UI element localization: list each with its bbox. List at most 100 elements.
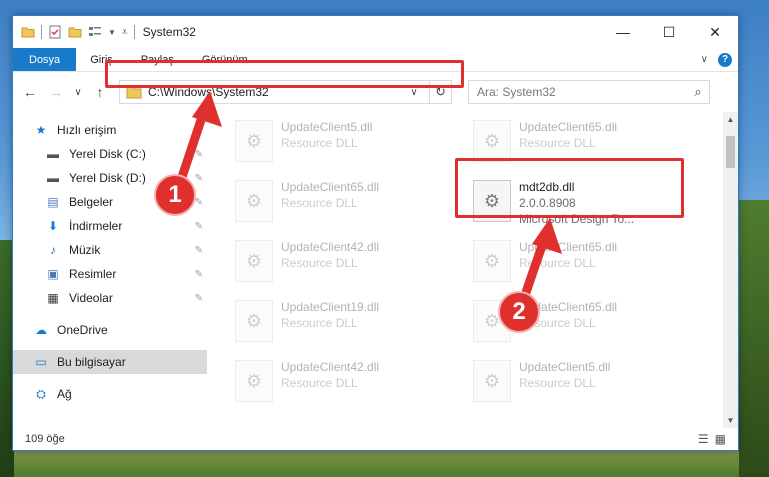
properties-icon[interactable]: [48, 25, 62, 39]
pin-icon[interactable]: ✎: [195, 293, 203, 304]
maximize-button[interactable]: ☐: [646, 16, 692, 48]
dll-file-icon: ⚙: [235, 240, 273, 282]
back-button[interactable]: ←: [19, 84, 41, 100]
close-button[interactable]: ✕: [692, 16, 738, 48]
pictures-icon: ▣: [47, 267, 59, 281]
address-highlight-box: [105, 60, 464, 88]
pin-icon[interactable]: ✎: [195, 269, 203, 280]
drive-icon: ▬: [47, 147, 59, 161]
search-icon[interactable]: ⌕: [687, 84, 709, 100]
folder-icon: [21, 27, 35, 38]
sidebar-item-downloads[interactable]: ⬇ İndirmeler ✎: [13, 214, 207, 238]
window-title: System32: [142, 25, 196, 39]
scroll-down-button[interactable]: ▼: [723, 413, 738, 428]
sidebar-item-pictures[interactable]: ▣ Resimler ✎: [13, 262, 207, 286]
ribbon-right: ∨ ?: [701, 48, 738, 71]
videos-icon: ▦: [47, 291, 59, 305]
list-item[interactable]: ⚙ UpdateClient42.dll Resource DLL: [235, 358, 379, 402]
list-item[interactable]: ⚙ UpdateClient65.dll Resource DLL: [473, 118, 617, 162]
status-bar: 109 öğe ☰ ▦: [13, 428, 738, 450]
step-1-badge: 1: [154, 174, 196, 216]
toolbar-separator: [41, 25, 42, 39]
forward-button[interactable]: →: [45, 84, 67, 100]
new-folder-icon[interactable]: [68, 25, 82, 39]
sidebar-item-label: Yerel Disk (D:): [69, 171, 146, 185]
music-icon: ♪: [50, 243, 56, 257]
scroll-thumb[interactable]: [726, 136, 735, 168]
computer-icon: ▭: [35, 355, 47, 369]
step-2-badge: 2: [498, 291, 540, 333]
file-highlight-box: [455, 158, 684, 218]
sidebar-item-videos[interactable]: ▦ Videolar ✎: [13, 286, 207, 310]
dll-file-icon: ⚙: [473, 240, 511, 282]
sidebar-item-onedrive[interactable]: ☁ OneDrive: [13, 318, 207, 342]
pin-icon[interactable]: ✎: [195, 245, 203, 256]
network-icon: ⛭: [36, 386, 46, 401]
sidebar-item-music[interactable]: ♪ Müzik ✎: [13, 238, 207, 262]
dll-file-icon: ⚙: [473, 360, 511, 402]
quick-access-toolbar: ▼ ⩡: [21, 25, 135, 39]
list-item[interactable]: ⚙ UpdateClient5.dll Resource DLL: [473, 358, 610, 402]
sidebar-item-label: Videolar: [69, 291, 113, 305]
file-type: Resource DLL: [519, 376, 596, 390]
title-bar: ▼ ⩡ System32 — ☐ ✕: [13, 16, 738, 48]
list-item[interactable]: ⚙ UpdateClient65.dll Resource DLL: [235, 178, 379, 222]
sidebar-item-label: Ağ: [57, 387, 72, 401]
star-icon: ★: [35, 123, 47, 137]
sidebar-item-this-pc[interactable]: ▭ Bu bilgisayar: [13, 350, 207, 374]
drive-icon: ▬: [47, 171, 59, 185]
file-name: UpdateClient65.dll: [281, 180, 380, 194]
file-type: Resource DLL: [281, 136, 358, 150]
view-toggles: ☰ ▦: [698, 432, 726, 446]
desktop-background-right: [739, 200, 769, 477]
dll-file-icon: ⚙: [235, 180, 273, 222]
file-type: Resource DLL: [519, 136, 596, 150]
documents-icon: ▤: [47, 195, 59, 209]
cloud-icon: ☁: [35, 323, 47, 337]
sidebar-item-label: Hızlı erişim: [57, 123, 117, 137]
dll-file-icon: ⚙: [473, 120, 511, 162]
details-view-icon[interactable]: ☰: [698, 432, 709, 446]
list-item[interactable]: ⚙ UpdateClient19.dll Resource DLL: [235, 298, 379, 342]
sidebar-item-label: Müzik: [69, 243, 101, 257]
sidebar-item-label: OneDrive: [57, 323, 108, 337]
expand-ribbon-icon[interactable]: ∨: [701, 54, 708, 65]
sidebar-item-label: Bu bilgisayar: [57, 355, 126, 369]
download-icon: ⬇: [47, 219, 59, 233]
tab-file[interactable]: Dosya: [13, 48, 77, 71]
list-item[interactable]: ⚙ UpdateClient42.dll Resource DLL: [235, 238, 379, 282]
sidebar-item-label: İndirmeler: [69, 219, 123, 233]
chevron-down-icon[interactable]: ▼: [108, 28, 116, 37]
address-dropdown-button[interactable]: ∨: [405, 87, 423, 98]
scroll-up-button[interactable]: ▲: [723, 112, 738, 127]
file-type: Resource DLL: [281, 196, 358, 210]
sidebar-item-label: Yerel Disk (C:): [69, 147, 146, 161]
file-name: UpdateClient5.dll: [281, 120, 373, 134]
customize-toolbar-icon[interactable]: ⩡: [122, 27, 128, 38]
toolbar-separator: [133, 25, 135, 39]
file-type: Resource DLL: [281, 376, 358, 390]
file-name: UpdateClient19.dll: [281, 300, 380, 314]
dll-file-icon: ⚙: [235, 360, 273, 402]
recent-locations-button[interactable]: ∨: [71, 87, 85, 98]
pin-icon[interactable]: ✎: [195, 221, 203, 232]
list-item[interactable]: ⚙ UpdateClient5.dll Resource DLL: [235, 118, 372, 162]
search-input[interactable]: Ara: System32: [477, 85, 556, 99]
sidebar-item-network[interactable]: ⛭ Ağ: [13, 382, 207, 406]
tiles-view-icon[interactable]: ▦: [715, 432, 726, 446]
file-type: Resource DLL: [281, 316, 358, 330]
file-name: UpdateClient42.dll: [281, 240, 380, 254]
dll-file-icon: ⚙: [235, 300, 273, 342]
search-box[interactable]: Ara: System32 ⌕: [468, 80, 710, 104]
item-count: 109 öğe: [25, 433, 65, 445]
file-name: UpdateClient5.dll: [519, 360, 611, 374]
dll-file-icon: ⚙: [235, 120, 273, 162]
vertical-scrollbar[interactable]: ▲ ▼: [723, 112, 738, 428]
file-type: Resource DLL: [281, 256, 358, 270]
file-name: UpdateClient42.dll: [281, 360, 380, 374]
sidebar-item-label: Belgeler: [69, 195, 114, 209]
help-icon[interactable]: ?: [718, 52, 732, 67]
pin-icon[interactable]: ✎: [195, 197, 203, 208]
minimize-button[interactable]: —: [600, 16, 646, 48]
view-options-icon[interactable]: [88, 25, 102, 39]
